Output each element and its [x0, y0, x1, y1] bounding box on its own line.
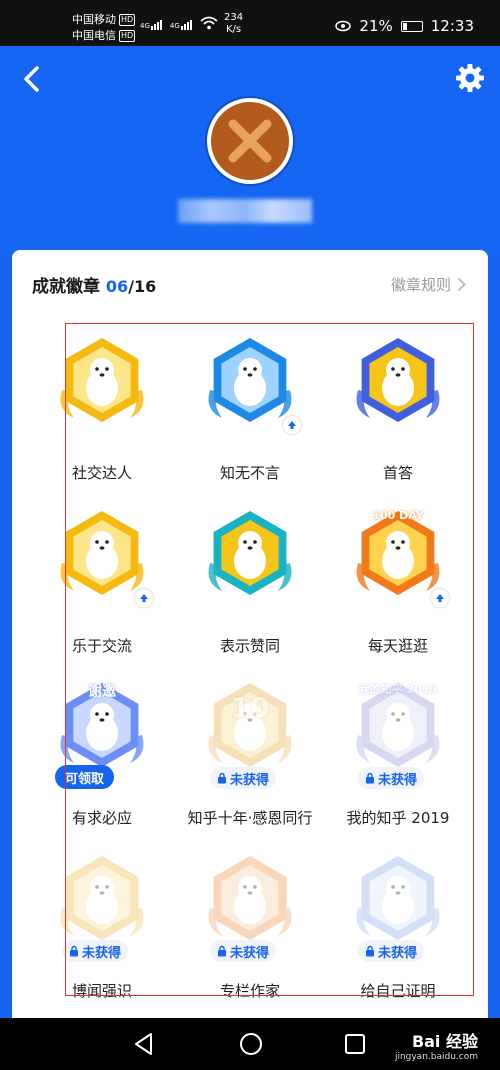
badge-label: 专栏作家 — [219, 982, 280, 1000]
battery-percent: 21% — [359, 17, 393, 35]
badge-emblem-icon — [208, 511, 292, 595]
badge-emblem-icon — [356, 338, 440, 422]
badge-item[interactable]: 我的知乎 2019 未获得 我的知乎 2019 — [323, 655, 473, 827]
network-type-1: 4G — [140, 22, 150, 30]
badge-emblem-text: 100 DAY — [372, 509, 424, 522]
badge-emblem-icon — [208, 338, 292, 422]
lock-icon — [218, 772, 226, 784]
upgrade-arrow-icon — [283, 416, 301, 434]
avatar-x-image — [228, 119, 272, 163]
badge-label: 我的知乎 2019 — [346, 809, 450, 827]
pill-label: 可领取 — [65, 771, 105, 787]
status-right: 21% 12:33 — [335, 17, 474, 35]
claim-pill[interactable]: 可领取 — [55, 765, 115, 789]
badge-label: 有求必应 — [71, 809, 132, 827]
badge-item[interactable]: 未获得 给自己证明 — [323, 828, 473, 1000]
username-blurred — [178, 199, 312, 223]
badge-item[interactable]: 未获得 专栏作家 — [175, 828, 325, 1000]
badge-emblem-text: 10 — [230, 691, 270, 724]
badge-emblem-text: 我的知乎 2019 — [358, 683, 438, 696]
baidu-watermark: Bai 经验 jingyan.baidu.com — [394, 1032, 478, 1062]
badge-emblem-icon — [60, 856, 144, 940]
badge-label: 表示赞同 — [219, 637, 280, 655]
badge-item[interactable]: 10 未获得知乎十年·感恩同行 — [175, 655, 325, 827]
signal-indicators: 4G 4G — [140, 16, 218, 30]
badge-label: 首答 — [382, 464, 413, 482]
carrier-2: 中国电信 — [72, 29, 116, 42]
badge-item[interactable]: 首答 — [323, 310, 473, 482]
badge-emblem-icon — [60, 511, 144, 595]
lock-icon — [70, 945, 78, 957]
avatar[interactable] — [207, 98, 293, 184]
gear-icon[interactable] — [454, 62, 486, 94]
square-recent-icon[interactable] — [344, 1033, 366, 1055]
lock-icon — [366, 772, 374, 784]
eye-comfort-icon — [335, 20, 352, 32]
badge-item[interactable]: 谢邀可领取有求必应 — [27, 655, 177, 827]
carrier-1: 中国移动 — [72, 13, 116, 26]
not-earned-pill: 未获得 — [210, 767, 277, 789]
not-earned-pill: 未获得 — [358, 940, 425, 962]
badge-emblem-icon — [60, 338, 144, 422]
not-earned-pill: 未获得 — [62, 940, 129, 962]
lock-icon — [218, 945, 226, 957]
badge-emblem-icon — [208, 683, 292, 767]
chevron-right-icon — [457, 277, 466, 292]
not-earned-pill: 未获得 — [358, 767, 425, 789]
badge-emblem-text: 谢邀 — [88, 684, 116, 700]
upgrade-arrow-icon — [431, 589, 449, 607]
not-earned-pill: 未获得 — [210, 940, 277, 962]
pill-label: 未获得 — [378, 772, 418, 788]
badge-label: 给自己证明 — [360, 982, 436, 1000]
lock-icon — [366, 945, 374, 957]
badge-label: 每天逛逛 — [367, 637, 428, 655]
earned-count: 06 — [105, 277, 129, 296]
badge-label: 知无不言 — [219, 464, 280, 482]
badge-label: 知乎十年·感恩同行 — [187, 809, 313, 827]
pill-label: 未获得 — [82, 945, 122, 961]
badge-item[interactable]: 表示赞同 — [175, 483, 325, 655]
signal-bars-icon — [180, 20, 192, 30]
profile-header — [0, 46, 500, 256]
badge-rules-link[interactable]: 徽章规则 — [391, 274, 466, 295]
circle-home-icon[interactable] — [238, 1031, 264, 1057]
carrier-info: 中国移动 HD 中国电信 HD — [72, 12, 136, 44]
status-bar: 中国移动 HD 中国电信 HD 4G 4G 234 K/s 21% 12:33 — [0, 0, 500, 46]
badge-label: 博闻强识 — [71, 982, 132, 1000]
card-title: 成就徽章 06/16 — [32, 277, 157, 297]
badge-item[interactable]: 社交达人 — [27, 310, 177, 482]
pill-label: 未获得 — [230, 772, 270, 788]
battery-icon — [400, 20, 423, 32]
network-speed: 234 K/s — [224, 12, 244, 35]
clock: 12:33 — [430, 17, 474, 35]
pill-label: 未获得 — [378, 945, 418, 961]
badge-label: 社交达人 — [71, 464, 132, 482]
back-arrow-icon[interactable] — [18, 64, 48, 94]
badge-item[interactable]: 乐于交流 — [27, 483, 177, 655]
hd-badge: HD — [119, 14, 136, 26]
upgrade-arrow-icon — [135, 589, 153, 607]
badge-item[interactable]: 未获得 博闻强识 — [27, 828, 177, 1000]
triangle-back-icon[interactable] — [131, 1031, 157, 1057]
total-count: /16 — [128, 277, 157, 296]
network-type-2: 4G — [169, 22, 180, 30]
signal-bars-icon — [150, 20, 162, 30]
badge-emblem-icon — [356, 856, 440, 940]
pill-label: 未获得 — [230, 945, 270, 961]
badge-item[interactable]: 知无不言 — [175, 310, 325, 482]
badge-emblem-icon — [208, 856, 292, 940]
hd-badge: HD — [119, 30, 136, 42]
badge-item[interactable]: 100 DAY 每天逛逛 — [323, 483, 473, 655]
wifi-icon — [200, 16, 218, 30]
badge-label: 乐于交流 — [71, 637, 132, 655]
system-nav-bar: Bai 经验 jingyan.baidu.com — [0, 1018, 500, 1070]
